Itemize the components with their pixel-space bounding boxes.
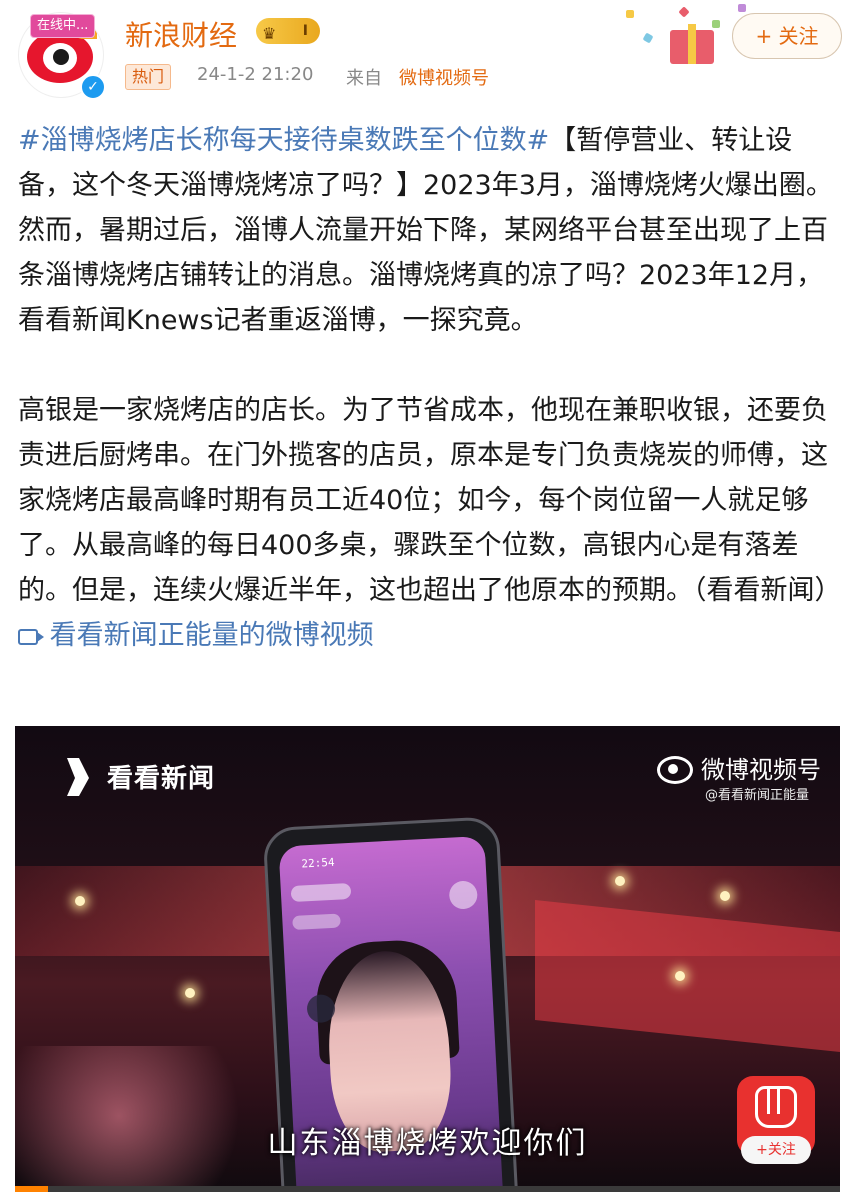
topic-link[interactable]: #淄博烧烤店长称每天接待桌数跌至个位数# — [18, 125, 549, 156]
video-subtitle: 山东淄博烧烤欢迎你们 — [267, 1126, 588, 1161]
source-link[interactable]: 微博视频号 — [399, 64, 489, 90]
post-paragraph-1: #淄博烧烤店长称每天接待桌数跌至个位数#【暂停营业、转让设备，这个冬天淄博烧烤凉… — [18, 118, 840, 343]
crown-icon: ♛ — [262, 24, 277, 43]
video-link[interactable]: 看看新闻正能量的微博视频 — [18, 620, 374, 651]
account-name[interactable]: 新浪财经 — [125, 14, 237, 54]
phone-time: 22:54 — [301, 855, 335, 871]
video-player[interactable]: 看看新闻 微博视频号 @看看新闻正能量 22:54 山东淄博烧烤欢迎你们 +关注 — [15, 726, 840, 1194]
fist-icon — [755, 1086, 797, 1128]
vip-badge: ♛ I — [256, 18, 320, 44]
source-label: 来自 — [346, 68, 382, 89]
verified-icon: ✓ — [80, 74, 106, 100]
hot-badge: 热门 — [125, 64, 172, 90]
kankan-news-logo-icon — [67, 758, 89, 796]
video-progress-bar[interactable] — [0, 1186, 855, 1200]
weibo-video-label: 微博视频号 — [701, 756, 821, 784]
video-follow-label: +关注 — [741, 1136, 811, 1164]
video-follow-button[interactable]: +关注 — [737, 1076, 815, 1164]
progress-fill — [15, 1186, 48, 1192]
video-link-label: 看看新闻正能量的微博视频 — [49, 620, 374, 651]
weibo-logo-icon — [657, 756, 693, 784]
kankan-news-label: 看看新闻 — [107, 764, 216, 794]
avatar[interactable]: 在线中... ✓ — [18, 12, 106, 100]
live-status-badge: 在线中... — [30, 14, 96, 38]
follow-button[interactable]: + 关注 — [732, 13, 842, 59]
post-text-1: 【暂停营业、转让设备，这个冬天淄博烧烤凉了吗？】2023年3月，淄博烧烤火爆出圈… — [18, 125, 833, 336]
post-text-2: 高银是一家烧烤店的店长。为了节省成本，他现在兼职收银，还要负责进后厨烤串。在门外… — [18, 395, 842, 606]
weibo-account-watermark: @看看新闻正能量 — [705, 788, 810, 803]
post-header: 在线中... ✓ 新浪财经 ♛ I 热门 24-1-2 21:20 来自 微博视… — [0, 0, 855, 110]
gift-icon — [670, 30, 714, 64]
post-time: 24-1-2 21:20 — [197, 64, 314, 85]
post-body: #淄博烧烤店长称每天接待桌数跌至个位数#【暂停营业、转让设备，这个冬天淄博烧烤凉… — [18, 118, 842, 658]
post-paragraph-2: 高银是一家烧烤店的店长。为了节省成本，他现在兼职收银，还要负责进后厨烤串。在门外… — [18, 388, 842, 658]
video-icon — [18, 629, 44, 645]
progress-track — [15, 1186, 840, 1192]
vip-level: I — [302, 23, 308, 39]
